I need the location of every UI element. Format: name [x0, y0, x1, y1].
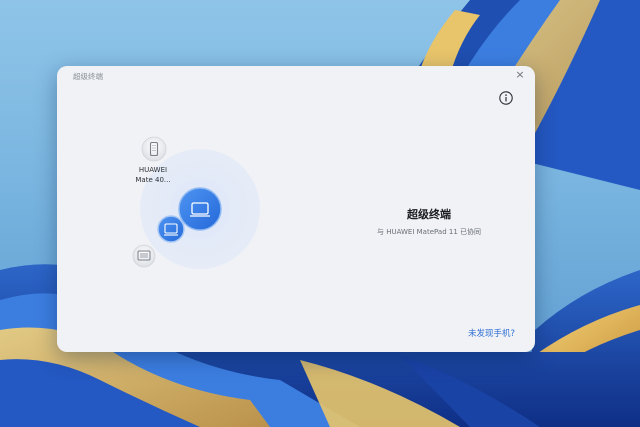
tablet-device-icon[interactable] [178, 187, 222, 231]
phone-label-line2: Mate 40... [135, 176, 171, 184]
phone-not-found-link[interactable]: 未发现手机? [447, 327, 515, 339]
super-device-dialog: 超级终端 × HUAWEI Mate 40... 超级终端 与 HUAWEI M… [57, 66, 535, 352]
desktop: 超级终端 × HUAWEI Mate 40... 超级终端 与 HUAWEI M… [0, 0, 640, 427]
phone-device-icon[interactable] [141, 136, 167, 162]
status-title: 超级终端 [407, 208, 451, 221]
monitor-device-icon[interactable] [132, 244, 156, 268]
status-subtitle: 与 HUAWEI MatePad 11 已协同 [376, 228, 482, 236]
phone-device-label: HUAWEI Mate 40... [127, 165, 179, 185]
laptop-device-icon[interactable] [157, 215, 185, 243]
phone-label-line1: HUAWEI [138, 166, 168, 174]
